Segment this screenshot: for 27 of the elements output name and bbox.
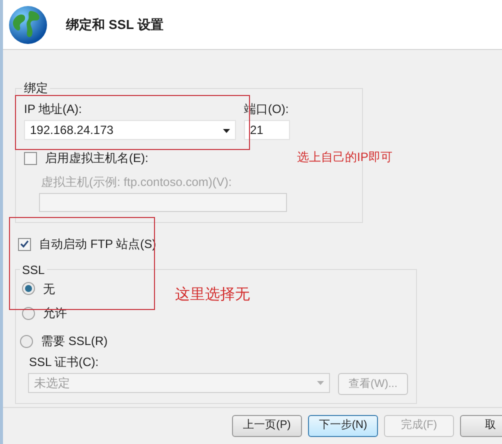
field-value: 未选定 <box>34 376 70 390</box>
dialog-title: 绑定和 SSL 设置 <box>66 16 164 32</box>
port-field[interactable]: 21 <box>244 120 290 140</box>
radio-button[interactable] <box>22 306 35 320</box>
wizard-button[interactable]: 取 <box>460 415 502 437</box>
field-label: 虚拟主机(示例: ftp.contoso.com)(V): <box>41 174 232 190</box>
annotation-text: 这里选择无 <box>175 286 250 304</box>
radio-button[interactable] <box>20 335 33 348</box>
wizard-button[interactable]: 下一步(N) <box>308 415 378 437</box>
checkmark-icon <box>20 240 29 248</box>
radio-label[interactable]: 无 <box>43 282 55 296</box>
radio-button[interactable] <box>22 282 35 296</box>
field-label: IP 地址(A): <box>24 102 82 116</box>
annotation-text: 选上自己的IP即可 <box>297 150 392 164</box>
checkbox[interactable] <box>18 238 31 251</box>
checkbox-label[interactable]: 启用虚拟主机名(E): <box>45 151 148 166</box>
field-value: 192.168.24.173 <box>30 123 114 138</box>
caret-icon <box>223 128 230 133</box>
radio-label[interactable]: 需要 SSL(R) <box>41 334 108 349</box>
group-label: SSL <box>21 264 46 276</box>
wizard-button[interactable]: 上一页(P) <box>232 415 302 437</box>
checkbox[interactable] <box>24 152 37 166</box>
field-label: SSL 证书(C): <box>29 354 99 370</box>
ip-address-dropdown[interactable]: 192.168.24.173 <box>24 120 236 140</box>
group-label: 绑定 <box>23 82 49 94</box>
caret-icon <box>317 381 324 386</box>
globe-icon <box>8 4 48 44</box>
